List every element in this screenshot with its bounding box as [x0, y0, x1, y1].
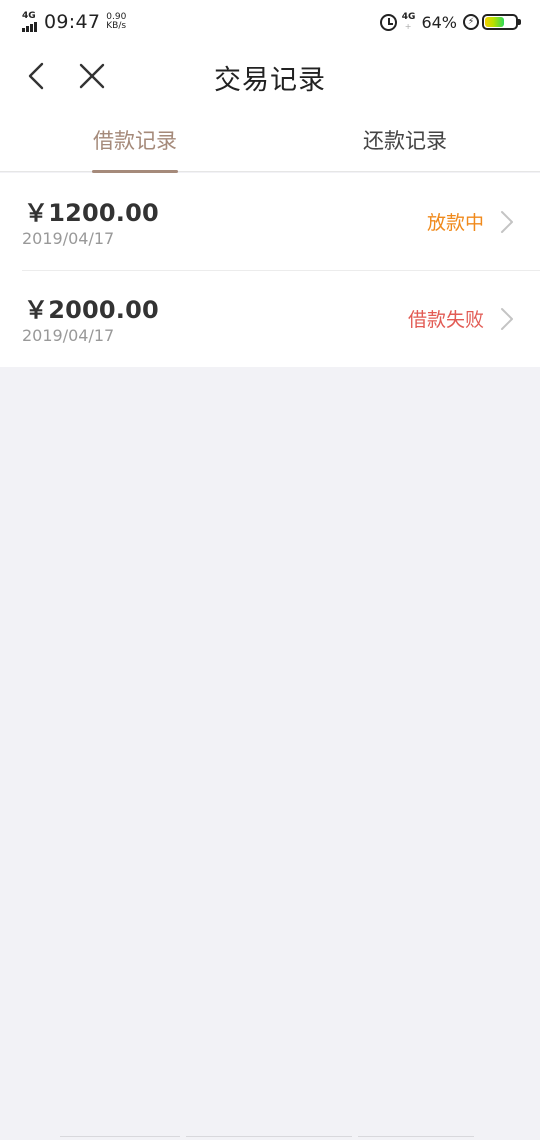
tab-bar: 借款记录 还款记录 [0, 108, 540, 173]
battery-icon [482, 14, 521, 30]
tab-label: 借款记录 [93, 129, 177, 153]
tab-borrow-records[interactable]: 借款记录 [0, 108, 270, 173]
network-speed: 0.90 KB/s [106, 12, 127, 31]
signal-icon: 4G [22, 12, 38, 32]
record-list: ￥1200.00 2019/04/17 放款中 ￥2000.00 2019/04… [0, 173, 540, 367]
charging-icon: ⚡ [463, 14, 479, 30]
record-row[interactable]: ￥2000.00 2019/04/17 借款失败 [0, 270, 540, 367]
nav-bar: 交易记录 [0, 44, 540, 108]
status-bar-left: 4G 09:47 0.90 KB/s [22, 11, 126, 33]
record-amount: ￥1200.00 [24, 199, 159, 227]
battery-level [485, 17, 505, 27]
alarm-icon [379, 13, 397, 31]
record-status: 放款中 [426, 212, 484, 234]
record-date: 2019/04/17 [22, 326, 115, 345]
record-date: 2019/04/17 [22, 229, 115, 248]
network-type: 4G + [401, 12, 416, 32]
status-bar-right: 4G + 64% ⚡ [379, 12, 521, 32]
chevron-right-icon [501, 211, 513, 233]
record-row[interactable]: ￥1200.00 2019/04/17 放款中 [0, 173, 540, 270]
chevron-right-icon [501, 308, 513, 330]
record-status: 借款失败 [407, 309, 484, 331]
page-title: 交易记录 [214, 65, 326, 96]
home-indicator [60, 1136, 480, 1140]
status-time: 09:47 [44, 11, 101, 33]
tab-repay-records[interactable]: 还款记录 [270, 108, 540, 172]
record-amount: ￥2000.00 [24, 296, 159, 324]
status-bar: 4G 09:47 0.90 KB/s 4G + 64% ⚡ [0, 0, 540, 44]
battery-percentage: 64% [421, 12, 457, 32]
tab-label: 还款记录 [363, 129, 447, 153]
